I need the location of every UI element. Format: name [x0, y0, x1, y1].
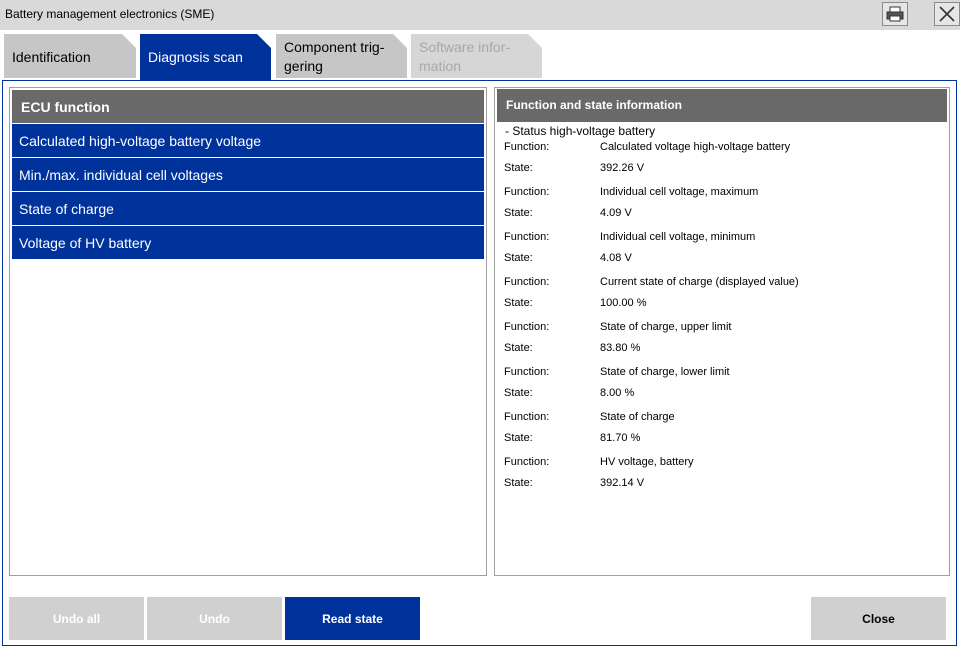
- function-value: State of charge: [600, 411, 675, 423]
- ecu-function-panel: ECU function Calculated high-voltage bat…: [9, 87, 487, 576]
- undo-all-button[interactable]: Undo all: [9, 597, 144, 640]
- window-close-button[interactable]: [934, 2, 960, 26]
- tab-label: Identification: [12, 49, 91, 65]
- state-value: 4.08 V: [600, 252, 632, 264]
- function-label: Function:: [504, 141, 550, 153]
- function-value: State of charge, lower limit: [600, 366, 730, 378]
- function-label: Function:: [504, 456, 550, 468]
- state-label: State:: [504, 297, 533, 309]
- function-label: Function:: [504, 366, 550, 378]
- read-state-button[interactable]: Read state: [285, 597, 420, 640]
- function-state-panel: Function and state information - Status …: [494, 87, 950, 576]
- undo-button[interactable]: Undo: [147, 597, 282, 640]
- close-icon: [939, 6, 955, 22]
- print-button[interactable]: [882, 2, 908, 26]
- function-value: State of charge, upper limit: [600, 321, 732, 333]
- tab-label-line2: mation: [419, 58, 462, 74]
- function-label: Function:: [504, 276, 550, 288]
- state-value: 392.26 V: [600, 162, 645, 174]
- state-value: 392.14 V: [600, 477, 645, 489]
- state-value: 8.00 %: [600, 387, 635, 399]
- list-item-voltage-hv-battery[interactable]: Voltage of HV battery: [12, 226, 484, 259]
- tab-label-line1: Component trig-: [284, 39, 385, 55]
- state-label: State:: [504, 207, 533, 219]
- group-label: - Status high-voltage battery: [505, 124, 656, 138]
- window-title: Battery management electronics (SME): [5, 7, 215, 21]
- tab-identification[interactable]: Identification: [4, 34, 136, 78]
- state-label: State:: [504, 432, 533, 444]
- state-label: State:: [504, 342, 533, 354]
- ecu-function-header: ECU function: [12, 90, 484, 123]
- tab-label-line1: Software infor-: [419, 39, 511, 55]
- tab-software-information: Software infor- mation: [411, 34, 542, 78]
- function-label: Function:: [504, 231, 550, 243]
- function-label: Function:: [504, 411, 550, 423]
- tab-component-triggering[interactable]: Component trig- gering: [276, 34, 407, 78]
- state-value: 4.09 V: [600, 207, 632, 219]
- function-state-header: Function and state information: [497, 89, 947, 122]
- close-button[interactable]: Close: [811, 597, 946, 640]
- function-value: Calculated voltage high-voltage battery: [600, 141, 791, 153]
- list-item-min-max-cell-voltages[interactable]: Min./max. individual cell voltages: [12, 158, 484, 191]
- list-item-calculated-hv-battery-voltage[interactable]: Calculated high-voltage battery voltage: [12, 124, 484, 157]
- function-label: Function:: [504, 321, 550, 333]
- function-value: Individual cell voltage, maximum: [600, 186, 759, 198]
- state-label: State:: [504, 477, 533, 489]
- state-label: State:: [504, 252, 533, 264]
- state-value: 83.80 %: [600, 342, 641, 354]
- state-label: State:: [504, 387, 533, 399]
- tab-label-line2: gering: [284, 58, 323, 74]
- printer-icon: [886, 6, 904, 22]
- function-value: Current state of charge (displayed value…: [600, 276, 799, 288]
- function-value: HV voltage, battery: [600, 456, 694, 468]
- tab-diagnosis-scan[interactable]: Diagnosis scan: [140, 34, 271, 80]
- list-item-state-of-charge[interactable]: State of charge: [12, 192, 484, 225]
- tab-label: Diagnosis scan: [148, 49, 243, 65]
- function-value: Individual cell voltage, minimum: [600, 231, 756, 243]
- title-bar: Battery management electronics (SME): [0, 0, 960, 30]
- function-label: Function:: [504, 186, 550, 198]
- state-value: 100.00 %: [600, 297, 647, 309]
- state-label: State:: [504, 162, 533, 174]
- state-value: 81.70 %: [600, 432, 641, 444]
